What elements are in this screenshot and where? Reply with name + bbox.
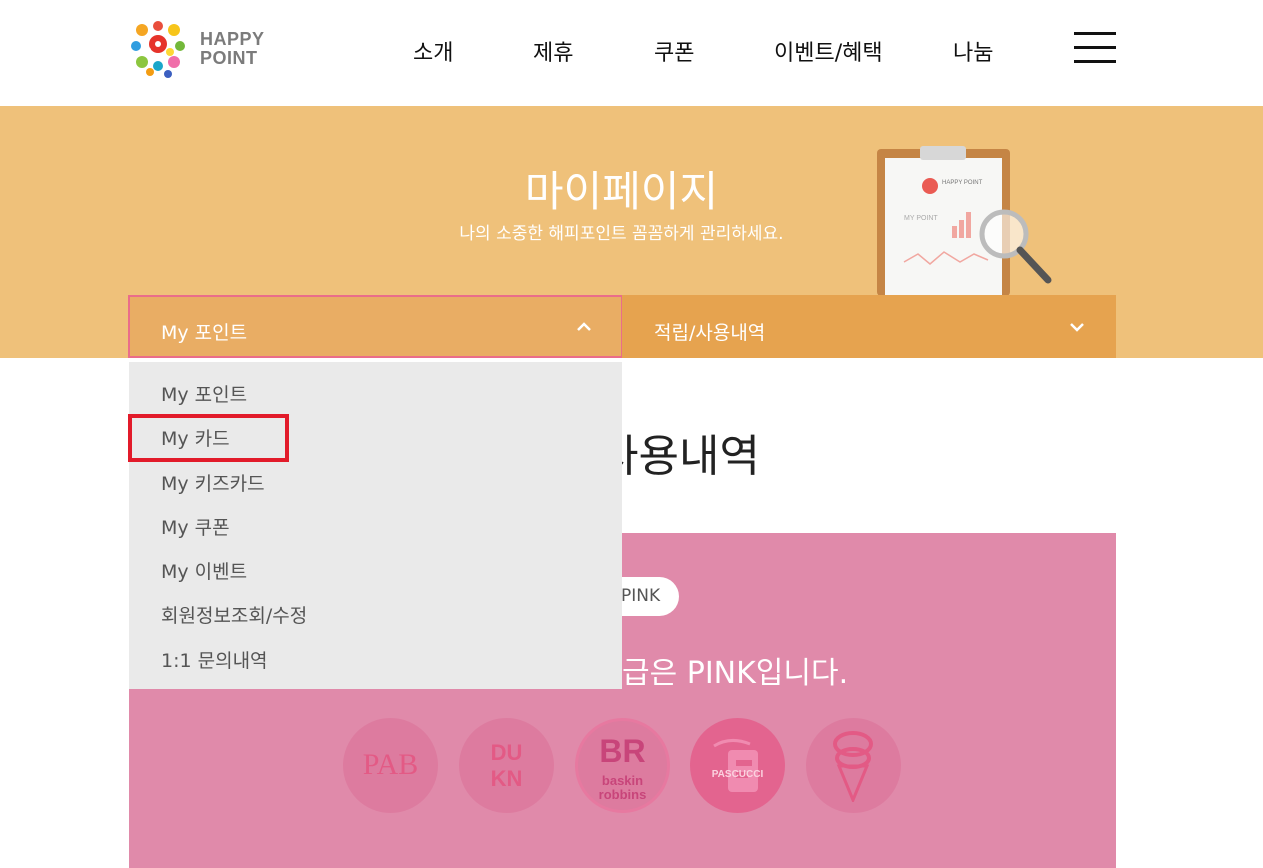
site-header: HAPPY POINT 소개 제휴 쿠폰 이벤트/혜택 나눔 bbox=[0, 0, 1263, 106]
paris-baguette-text: PAB bbox=[362, 748, 419, 781]
paris-baguette-logo-icon[interactable]: PAB bbox=[343, 718, 438, 813]
chevron-up-icon bbox=[577, 322, 591, 331]
menu-item-inquiry-history[interactable]: 1:1 문의내역 bbox=[161, 646, 268, 673]
smoothie-king-logo-icon[interactable] bbox=[806, 718, 901, 813]
dropdown-secondary-label: 적립/사용내역 bbox=[654, 322, 766, 344]
clipboard-label: MY POINT bbox=[904, 215, 938, 222]
pascucci-logo-icon[interactable]: PASCUCCI bbox=[690, 718, 785, 813]
dropdown-selected-label: My 포인트 bbox=[161, 322, 248, 344]
grade-badge-label: PINK bbox=[621, 586, 661, 606]
nav-item-event[interactable]: 이벤트/혜택 bbox=[774, 35, 883, 67]
history-type-dropdown[interactable]: 적립/사용내역 bbox=[622, 295, 1116, 358]
baskin-robbins-logo-icon[interactable]: BR baskin robbins bbox=[575, 718, 670, 813]
baskin-text-line-2: robbins bbox=[598, 787, 647, 802]
menu-item-my-kids-card[interactable]: My 키즈카드 bbox=[161, 469, 265, 496]
dunkin-text-line-2: KN bbox=[490, 766, 523, 791]
pascucci-mark-icon bbox=[713, 739, 758, 792]
menu-item-my-coupon[interactable]: My 쿠폰 bbox=[161, 513, 230, 540]
nav-item-intro[interactable]: 소개 bbox=[413, 35, 453, 67]
mypage-category-dropdown[interactable]: My 포인트 bbox=[128, 295, 623, 358]
menu-item-my-event[interactable]: My 이벤트 bbox=[161, 557, 247, 584]
section-title: 사용내역 bbox=[598, 431, 760, 482]
hamburger-menu-icon[interactable] bbox=[1074, 32, 1116, 64]
clipboard-magnifier-icon: HAPPY POINT MY POINT bbox=[877, 146, 1052, 296]
chevron-down-icon bbox=[1070, 323, 1084, 332]
nav-item-partner[interactable]: 제휴 bbox=[533, 35, 573, 67]
grade-message: 급은 PINK입니다. bbox=[622, 656, 849, 691]
mypage-dropdown-menu: My 포인트 My 카드 My 키즈카드 My 쿠폰 My 이벤트 회원정보조회… bbox=[129, 362, 622, 689]
dunkin-logo-icon[interactable]: DU KN bbox=[459, 718, 554, 813]
nav-item-coupon[interactable]: 쿠폰 bbox=[654, 35, 694, 67]
menu-item-member-info[interactable]: 회원정보조회/수정 bbox=[161, 601, 307, 628]
swirl-cone-icon bbox=[833, 731, 873, 802]
baskin-text-line-1: baskin bbox=[601, 773, 644, 788]
clipboard-logo-text: HAPPY POINT bbox=[942, 180, 983, 186]
nav-item-sharing[interactable]: 나눔 bbox=[953, 35, 993, 67]
dunkin-text-line-1: DU bbox=[490, 740, 523, 765]
pascucci-text: PASCUCCI bbox=[711, 769, 764, 780]
baskin-br-text: BR bbox=[599, 733, 646, 769]
selection-highlight-box bbox=[128, 414, 289, 462]
menu-item-my-point[interactable]: My 포인트 bbox=[161, 380, 247, 407]
